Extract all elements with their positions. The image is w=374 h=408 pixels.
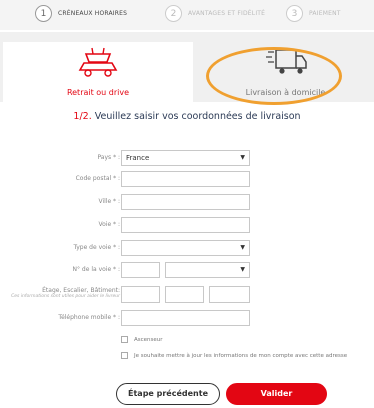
floor-label: Étage, Escalier, Bâtiment: [42, 287, 120, 294]
street-number-complement-select[interactable]: ▼ [165, 262, 250, 278]
chevron-down-icon: ▼ [240, 244, 245, 251]
street-number-input[interactable] [121, 262, 160, 278]
tab-pickup[interactable]: Retrait ou drive [3, 42, 193, 102]
city-label: Ville * : [98, 198, 120, 205]
city-row: Ville * : [0, 194, 374, 212]
step-number: 3 [286, 5, 303, 22]
previous-step-button[interactable]: Étape précédente [116, 383, 220, 405]
building-input[interactable] [209, 286, 250, 303]
country-select[interactable]: France ▼ [121, 150, 250, 166]
elevator-checkbox-row[interactable]: Ascenseur [121, 336, 163, 343]
city-input[interactable] [121, 194, 250, 210]
street-number-label: N° de la voie * : [72, 266, 120, 273]
street-input[interactable] [121, 217, 250, 233]
update-account-checkbox[interactable] [121, 352, 128, 359]
highlight-circle [206, 47, 342, 105]
floor-input[interactable] [121, 286, 160, 303]
street-label: Voie * : [98, 221, 120, 228]
elevator-label: Ascenseur [134, 336, 163, 343]
mobile-label: Téléphone mobile * : [58, 314, 120, 321]
step-payment: 3 PAIEMENT [286, 5, 341, 22]
mobile-input[interactable] [121, 310, 250, 326]
postal-code-row: Code postal * : [0, 171, 374, 189]
street-number-row: N° de la voie * : ▼ [0, 262, 374, 280]
country-label: Pays * : [97, 154, 120, 161]
form-step-number: 1/2. [73, 111, 92, 122]
step-label: PAIEMENT [309, 10, 341, 17]
staircase-input[interactable] [165, 286, 204, 303]
street-row: Voie * : [0, 217, 374, 235]
street-type-select[interactable]: ▼ [121, 240, 250, 256]
country-value: France [126, 154, 150, 162]
chevron-down-icon: ▼ [240, 154, 245, 161]
checkout-steps: 1 CRÉNEAUX HORAIRES 2 AVANTAGES ET FIDÉL… [0, 0, 374, 30]
postal-code-input[interactable] [121, 171, 250, 187]
step-label: CRÉNEAUX HORAIRES [58, 10, 128, 17]
mobile-row: Téléphone mobile * : [0, 310, 374, 328]
form-title: 1/2. Veuillez saisir vos coordonnées de … [0, 111, 374, 122]
floor-sublabel: Ces informations sont utiles pour aider … [11, 294, 120, 299]
postal-code-label: Code postal * : [75, 175, 120, 182]
step-label: AVANTAGES ET FIDÉLITÉ [188, 10, 266, 17]
form-title-text: Veuillez saisir vos coordonnées de livra… [94, 111, 301, 122]
car-trolley-icon [76, 44, 120, 84]
elevator-checkbox[interactable] [121, 336, 128, 343]
update-account-label: Je souhaite mettre à jour les informatio… [134, 352, 348, 359]
street-type-label: Type de voie * : [73, 244, 120, 251]
step-number: 1 [35, 5, 52, 22]
step-number: 2 [165, 5, 182, 22]
chevron-down-icon: ▼ [240, 266, 245, 273]
step-timeslots[interactable]: 1 CRÉNEAUX HORAIRES [35, 5, 127, 22]
update-account-checkbox-row[interactable]: Je souhaite mettre à jour les informatio… [121, 352, 347, 359]
country-row: Pays * : France ▼ [0, 150, 374, 168]
floor-label-group: Étage, Escalier, Bâtiment: Ces informati… [0, 287, 120, 299]
submit-button[interactable]: Valider [226, 383, 327, 405]
street-type-row: Type de voie * : ▼ [0, 240, 374, 258]
step-loyalty: 2 AVANTAGES ET FIDÉLITÉ [165, 5, 265, 22]
tab-pickup-label: Retrait ou drive [66, 88, 130, 97]
